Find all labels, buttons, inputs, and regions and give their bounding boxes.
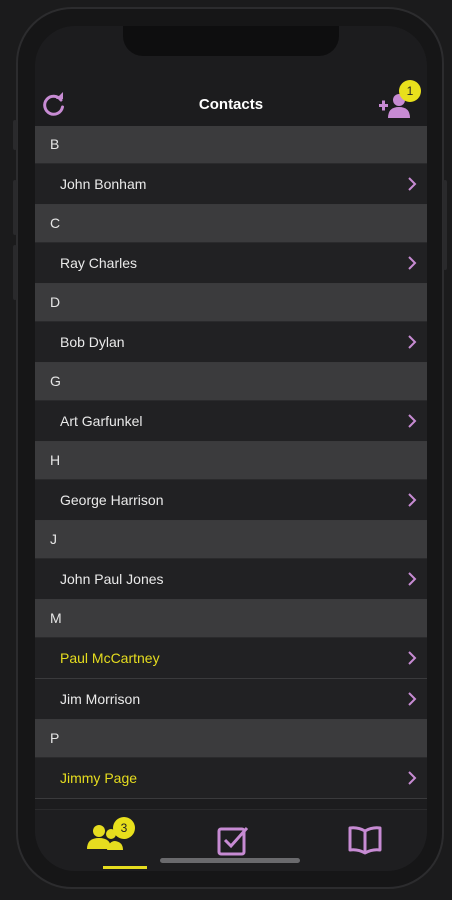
section-header-d: D xyxy=(35,284,427,322)
contact-name: John Bonham xyxy=(60,176,147,192)
contact-row-john-paul-jones[interactable]: John Paul Jones xyxy=(35,559,427,600)
app-screen: Contacts 1 B John Bonham C Ray Charles D… xyxy=(35,26,427,871)
chevron-right-icon xyxy=(408,651,417,665)
add-contact-button[interactable]: 1 xyxy=(379,80,421,120)
chevron-right-icon xyxy=(408,493,417,507)
contact-name: Paul McCartney xyxy=(60,650,160,666)
contact-name: Jimmy Page xyxy=(60,770,138,786)
contact-row-george-harrison[interactable]: George Harrison xyxy=(35,480,427,521)
active-tab-indicator xyxy=(103,866,147,869)
tab-book[interactable] xyxy=(315,810,415,871)
chevron-right-icon xyxy=(408,572,417,586)
section-header-h: H xyxy=(35,442,427,480)
chevron-right-icon xyxy=(408,335,417,349)
chevron-right-icon xyxy=(408,256,417,270)
section-header-b: B xyxy=(35,126,427,164)
side-button-right xyxy=(443,180,447,270)
contact-row-ray-charles[interactable]: Ray Charles xyxy=(35,243,427,284)
tab-contacts[interactable]: 3 xyxy=(55,810,155,871)
contact-name: Ray Charles xyxy=(60,255,138,271)
contact-row-jim-morrison[interactable]: Jim Morrison xyxy=(35,679,427,720)
contact-row-bob-dylan[interactable]: Bob Dylan xyxy=(35,322,427,363)
section-header-p: P xyxy=(35,720,427,758)
side-button-left-1 xyxy=(13,120,17,150)
contact-row-art-garfunkel[interactable]: Art Garfunkel xyxy=(35,401,427,442)
contact-row-john-bonham[interactable]: John Bonham xyxy=(35,164,427,205)
checkbox-icon xyxy=(217,827,249,856)
section-header-j: J xyxy=(35,521,427,559)
add-contact-badge: 1 xyxy=(399,80,421,102)
section-header-c: C xyxy=(35,205,427,243)
contact-name: John Paul Jones xyxy=(60,571,164,587)
side-button-left-2 xyxy=(13,180,17,235)
contact-name: Art Garfunkel xyxy=(60,413,143,429)
page-title: Contacts xyxy=(198,96,264,113)
chevron-right-icon xyxy=(408,771,417,785)
tab-contacts-badge: 3 xyxy=(113,817,135,839)
contact-row-jimmy-page[interactable]: Jimmy Page xyxy=(35,758,427,799)
notch xyxy=(123,26,339,56)
chevron-right-icon xyxy=(408,177,417,191)
chevron-right-icon xyxy=(408,414,417,428)
contact-name: Jim Morrison xyxy=(60,691,141,707)
chevron-right-icon xyxy=(408,692,417,706)
contact-list: B John Bonham C Ray Charles D Bob Dylan … xyxy=(35,126,427,799)
book-icon xyxy=(348,826,382,855)
contact-row-paul-mccartney[interactable]: Paul McCartney xyxy=(35,638,427,679)
contact-name: Bob Dylan xyxy=(60,334,125,350)
side-button-left-3 xyxy=(13,245,17,300)
section-header-m: M xyxy=(35,600,427,638)
section-header-g: G xyxy=(35,363,427,401)
home-indicator xyxy=(160,858,300,863)
contact-name: George Harrison xyxy=(60,492,164,508)
